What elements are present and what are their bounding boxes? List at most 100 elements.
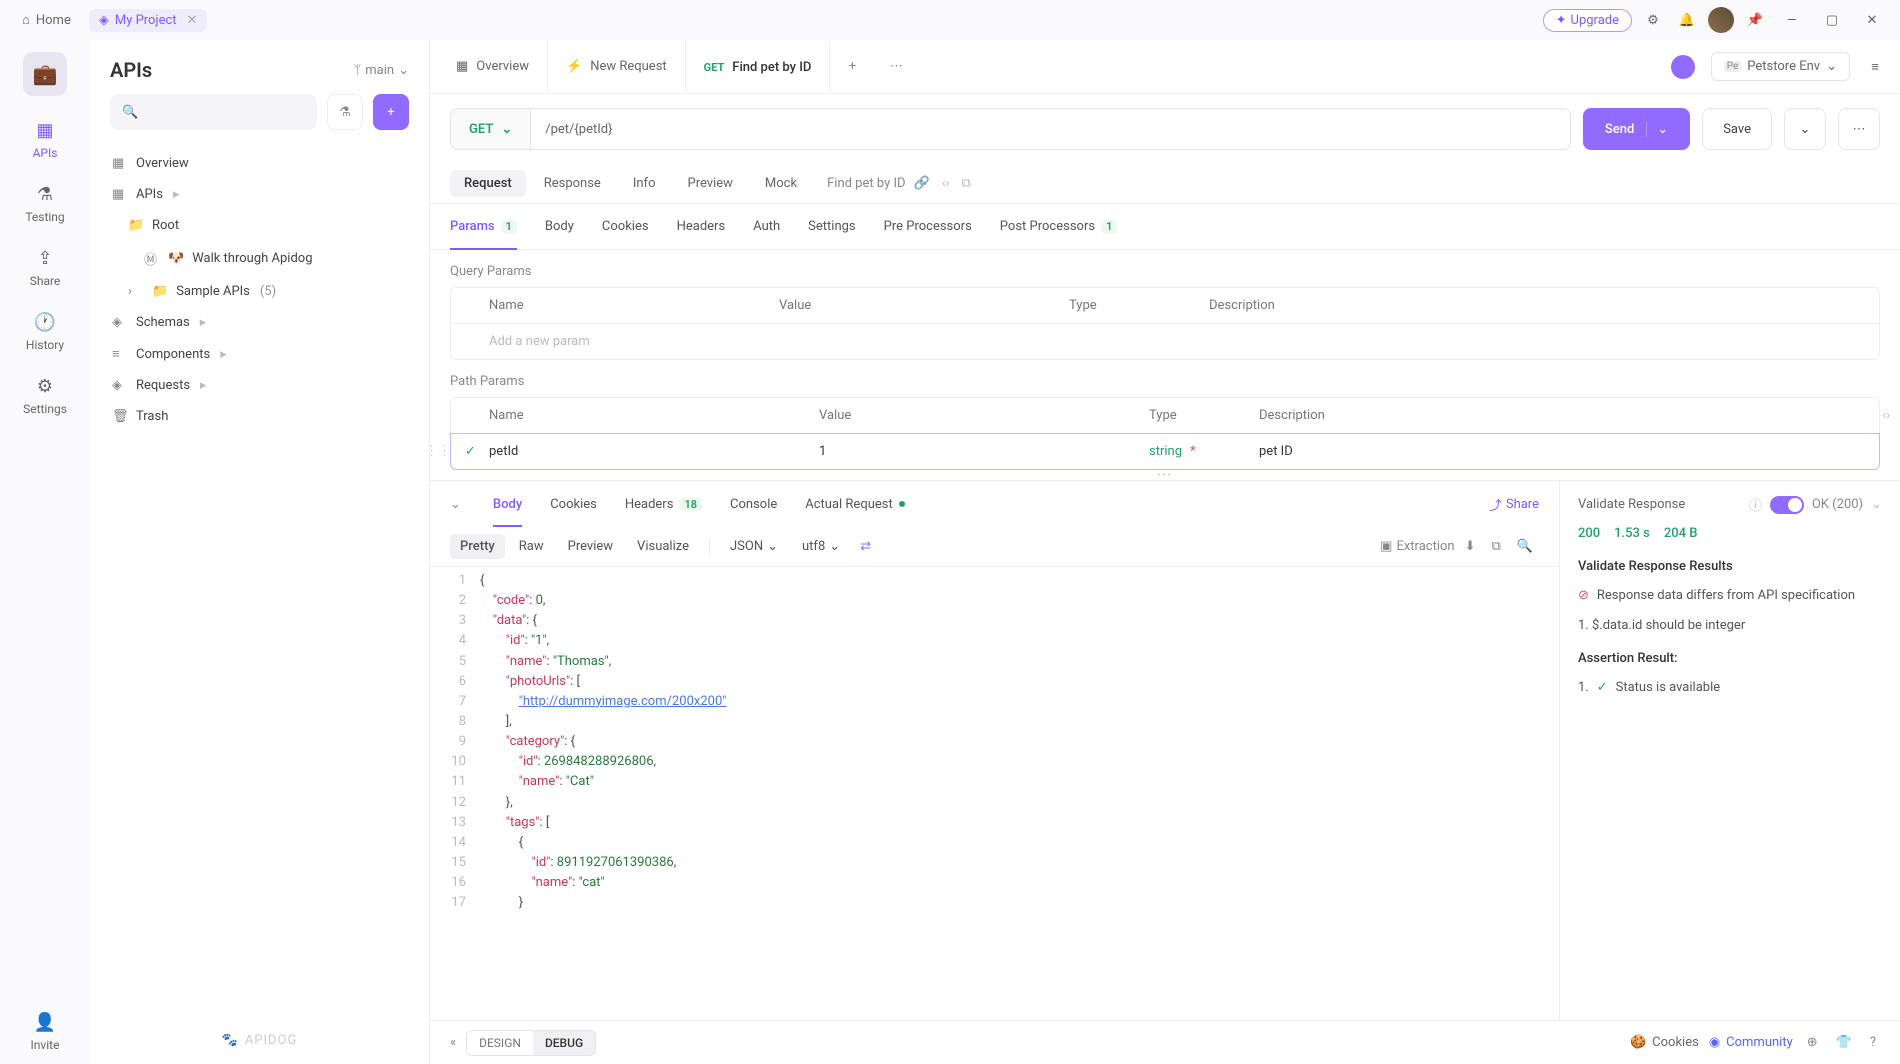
resptab-actual[interactable]: Actual Request xyxy=(805,481,904,527)
filter-button[interactable]: ⚗ xyxy=(327,94,363,130)
rail-invite[interactable]: 👤 Invite xyxy=(31,1010,60,1052)
tree-trash[interactable]: 🗑Trash xyxy=(102,401,417,432)
hamburger-button[interactable]: ≡ xyxy=(1858,50,1892,84)
rtool-pretty[interactable]: Pretty xyxy=(450,534,505,559)
send-button[interactable]: Send⌄ xyxy=(1583,108,1690,150)
resptab-cookies[interactable]: Cookies xyxy=(550,481,597,527)
more-button[interactable]: ⋯ xyxy=(1838,108,1880,150)
reqtab-headers[interactable]: Headers xyxy=(677,204,726,249)
environment-selector[interactable]: Pe Petstore Env ⌄ xyxy=(1711,52,1850,81)
tree-apis[interactable]: ▦APIs▸ xyxy=(102,179,417,210)
download-icon[interactable]: ⬇ xyxy=(1459,533,1482,560)
rail-settings[interactable]: ⚙ Settings xyxy=(23,374,67,416)
copy-icon[interactable]: ⧉ xyxy=(1486,533,1507,560)
reqtab-auth[interactable]: Auth xyxy=(753,204,780,249)
collapse-icon[interactable]: « xyxy=(450,1035,456,1050)
avatar[interactable] xyxy=(1708,7,1734,33)
project-logo[interactable]: 💼 xyxy=(23,52,67,96)
reqtab-params[interactable]: Params1 xyxy=(450,204,517,249)
tab-project[interactable]: ◈ My Project ✕ xyxy=(89,9,208,32)
encoding-selector[interactable]: utf8⌄ xyxy=(792,534,850,559)
drag-handle-icon[interactable]: ⋮⋮ xyxy=(425,444,451,459)
extraction-button[interactable]: ▣Extraction xyxy=(1380,539,1454,554)
reqtab-cookies[interactable]: Cookies xyxy=(602,204,649,249)
tree-walk[interactable]: Ⓜ🐶Walk through Apidog xyxy=(102,241,417,276)
code-icon[interactable]: ‹› xyxy=(938,172,954,195)
tab-menu-button[interactable]: ⋯ xyxy=(874,59,918,74)
tab-home[interactable]: ⌂ Home xyxy=(12,8,81,32)
save-button[interactable]: Save xyxy=(1702,108,1772,150)
footer-community[interactable]: ◉Community xyxy=(1709,1035,1793,1050)
upgrade-button[interactable]: ✦ Upgrade xyxy=(1543,9,1632,32)
tshirt-icon[interactable]: 👕 xyxy=(1832,1031,1856,1054)
subtab-info[interactable]: Info xyxy=(619,170,670,197)
close-button[interactable]: ✕ xyxy=(1856,4,1888,36)
resptab-headers[interactable]: Headers18 xyxy=(625,481,702,527)
subtab-request[interactable]: Request xyxy=(450,170,526,197)
reqtab-body[interactable]: Body xyxy=(545,204,574,249)
table-row-empty[interactable]: Add a new param xyxy=(451,324,1879,359)
help-icon[interactable]: ⓘ xyxy=(1749,495,1762,514)
tab-new-request[interactable]: ⚡New Request xyxy=(548,40,686,93)
chevron-down-icon[interactable]: ⌄ xyxy=(1646,122,1668,137)
minimize-button[interactable]: — xyxy=(1776,4,1808,36)
rtool-visualize[interactable]: Visualize xyxy=(627,534,699,559)
mode-debug[interactable]: DEBUG xyxy=(533,1031,595,1055)
settings-gear-icon[interactable]: ⚙ xyxy=(1640,7,1666,33)
tree-overview[interactable]: ▦Overview xyxy=(102,148,417,179)
tree-sample[interactable]: ›📁Sample APIs(5) xyxy=(102,276,417,307)
link-icon[interactable]: 🔗 xyxy=(910,172,934,195)
save-dropdown[interactable]: ⌄ xyxy=(1784,108,1826,150)
chevron-down-icon[interactable]: ⌄ xyxy=(1871,497,1882,512)
tab-add-button[interactable]: + xyxy=(830,59,874,74)
tab-find-pet[interactable]: GETFind pet by ID xyxy=(686,40,831,93)
splitter[interactable]: ••• xyxy=(430,470,1900,480)
param-name[interactable]: petId xyxy=(489,444,819,459)
bell-icon[interactable]: 🔔 xyxy=(1674,7,1700,33)
chevron-down-icon[interactable]: ⌄ xyxy=(450,497,461,512)
rail-testing[interactable]: ⚗ Testing xyxy=(25,182,64,224)
tree-requests[interactable]: ◈Requests▸ xyxy=(102,370,417,401)
user-badge[interactable] xyxy=(1671,55,1695,79)
share-button[interactable]: ⤴Share xyxy=(1489,495,1539,514)
subtab-preview[interactable]: Preview xyxy=(674,170,747,197)
copy-icon[interactable]: ⧉ xyxy=(958,172,975,195)
method-selector[interactable]: GET⌄ xyxy=(450,108,531,150)
tab-overview[interactable]: ▦Overview xyxy=(438,40,548,93)
help-icon[interactable]: ? xyxy=(1866,1031,1880,1054)
tree-root[interactable]: 📁Root xyxy=(102,210,417,241)
check-icon[interactable]: ✓ xyxy=(465,444,489,459)
branch-selector[interactable]: ᛘ main ⌄ xyxy=(353,63,409,78)
subtab-mock[interactable]: Mock xyxy=(751,170,811,197)
response-body-code[interactable]: 1{2 "code": 0,3 "data": {4 "id": "1",5 "… xyxy=(430,567,1559,1020)
rtool-raw[interactable]: Raw xyxy=(509,534,554,559)
target-icon[interactable]: ⊕ xyxy=(1803,1031,1822,1054)
table-row[interactable]: ⋮⋮ ✓ petId 1 string* pet ID xyxy=(450,433,1880,470)
tree-schemas[interactable]: ◈Schemas▸ xyxy=(102,307,417,338)
search-icon[interactable]: 🔍 xyxy=(1511,533,1539,560)
mode-design[interactable]: DESIGN xyxy=(467,1031,533,1055)
resptab-console[interactable]: Console xyxy=(730,481,777,527)
close-icon[interactable]: ✕ xyxy=(187,13,198,28)
param-type[interactable]: string* xyxy=(1149,444,1259,459)
code-icon[interactable]: ‹› xyxy=(1882,408,1890,423)
rail-share[interactable]: ⇪ Share xyxy=(30,246,61,288)
rail-history[interactable]: 🕐 History xyxy=(26,310,64,352)
tree-components[interactable]: ≡Components▸ xyxy=(102,338,417,370)
add-button[interactable]: + xyxy=(373,94,409,130)
format-selector[interactable]: JSON⌄ xyxy=(720,534,788,559)
param-desc[interactable]: pet ID xyxy=(1259,444,1865,459)
search-input[interactable]: 🔍 xyxy=(110,94,317,130)
subtab-response[interactable]: Response xyxy=(530,170,615,197)
reqtab-settings[interactable]: Settings xyxy=(808,204,855,249)
reqtab-pre[interactable]: Pre Processors xyxy=(884,204,972,249)
param-value[interactable]: 1 xyxy=(819,444,1149,459)
url-input[interactable]: /pet/{petId} xyxy=(531,108,1571,150)
rtool-preview[interactable]: Preview xyxy=(558,534,623,559)
pin-icon[interactable]: 📌 xyxy=(1742,7,1768,33)
resptab-body[interactable]: Body xyxy=(493,481,522,527)
wrap-icon[interactable]: ⇄ xyxy=(854,533,877,560)
rail-apis[interactable]: ▦ APIs xyxy=(33,118,58,160)
reqtab-post[interactable]: Post Processors1 xyxy=(1000,204,1118,249)
validate-toggle[interactable] xyxy=(1770,496,1804,514)
